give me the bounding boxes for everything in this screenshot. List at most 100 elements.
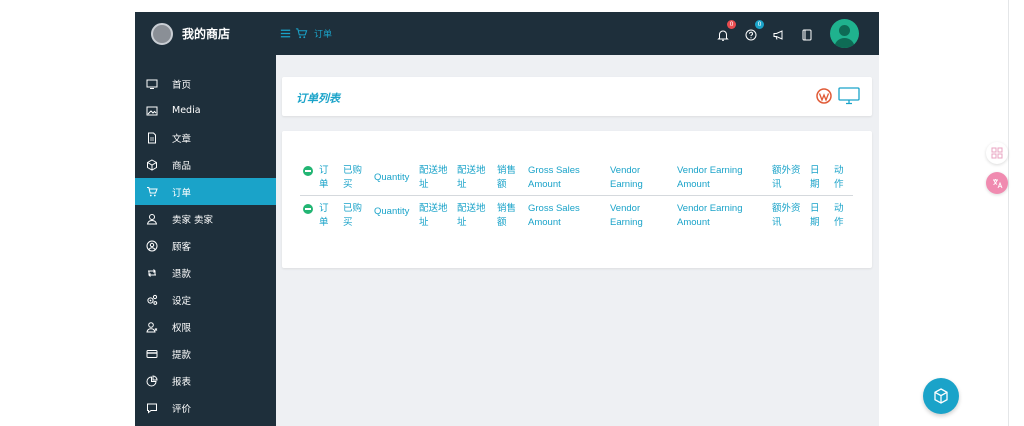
table-cell: 订单 <box>319 203 329 228</box>
table-row[interactable]: 订单 已购买 Quantity 配送地址 配送地址 销售额 Gross Sale… <box>300 196 853 234</box>
table-cell: Quantity <box>374 206 410 217</box>
sidebar-item-label: 订单 <box>172 187 192 199</box>
image-icon <box>146 106 158 115</box>
table-header-row: 订单 已购买 Quantity 配送地址 配送地址 销售额 Gross Sale… <box>300 161 853 196</box>
comment-icon <box>147 403 157 414</box>
sidebar-item-customers[interactable]: 顾客 <box>135 232 276 259</box>
table-cell: 额外资讯 <box>772 203 801 228</box>
user-remove-icon <box>146 321 158 332</box>
table-cell: 已购买 <box>343 203 363 228</box>
sidebar-item-label: 卖家 卖家 <box>172 214 214 226</box>
table-cell: 额外资讯 <box>769 161 807 196</box>
sidebar-item-label: 商品 <box>172 160 192 172</box>
page-divider <box>1008 0 1009 426</box>
table-cell: 配送地址 <box>457 203 486 228</box>
help-button[interactable]: 0 <box>744 19 764 41</box>
refund-icon <box>148 268 156 277</box>
sidebar-item-orders[interactable]: 订单 <box>135 178 276 205</box>
sidebar-item-permissions[interactable]: 权限 <box>135 313 276 340</box>
sidebar-item-articles[interactable]: 文章 <box>135 124 276 151</box>
sidebar-item-home[interactable]: 首页 <box>135 70 276 97</box>
expand-cell[interactable] <box>300 196 316 234</box>
table-cell: Quantity <box>371 161 416 196</box>
collapse-toggle-icon[interactable] <box>303 204 313 214</box>
book-icon <box>802 29 812 40</box>
pie-chart-icon <box>146 374 158 386</box>
apps-grid-icon <box>991 147 1003 159</box>
sidebar-item-reviews[interactable]: 评价 <box>135 394 276 421</box>
table-cell: 销售额 <box>497 203 517 228</box>
user-icon <box>146 213 158 224</box>
sidebar-item-settings[interactable]: 设定 <box>135 286 276 313</box>
expand-cell[interactable] <box>300 161 316 196</box>
sidebar-item-label: 文章 <box>172 133 192 145</box>
apps-button[interactable] <box>986 142 1008 164</box>
cart-icon <box>295 28 308 39</box>
topbar-actions: 0 0 <box>702 12 859 55</box>
monitor-icon <box>146 79 158 89</box>
notification-button[interactable]: 0 <box>716 19 736 41</box>
sidebar-item-refunds[interactable]: 退款 <box>135 259 276 286</box>
card-icon <box>146 349 158 358</box>
translate-button[interactable] <box>986 172 1008 194</box>
table-cell: 动作 <box>834 203 844 228</box>
table-cell: Vendor Earning Amount <box>677 203 743 228</box>
table-cell: 配送地址 <box>416 161 454 196</box>
translate-icon <box>993 179 1003 189</box>
table-cell: 动作 <box>831 161 853 196</box>
sidebar-item-withdrawals[interactable]: 提款 <box>135 340 276 367</box>
notification-badge: 0 <box>727 19 736 29</box>
sidebar-item-label: 首页 <box>172 79 192 91</box>
floating-action-button[interactable] <box>923 378 959 414</box>
breadcrumb: 订单 <box>279 27 332 40</box>
top-bar: 我的商店 订单 0 0 <box>135 12 879 55</box>
table-cell: Vendor Earning <box>610 203 643 228</box>
sidebar-item-vendors[interactable]: 卖家 卖家 <box>135 205 276 232</box>
sidebar-item-label: 评价 <box>172 403 192 415</box>
app-window: 我的商店 订单 0 0 首页 Media 文章 商品 订单 卖家 卖家 顾客 退… <box>135 12 879 426</box>
orders-table: 订单 已购买 Quantity 配送地址 配送地址 销售额 Gross Sale… <box>300 161 853 233</box>
cart-icon <box>147 186 158 196</box>
help-icon <box>745 29 757 40</box>
sidebar-item-label: 退款 <box>172 268 192 280</box>
breadcrumb-current: 订单 <box>314 30 333 40</box>
wordpress-icon[interactable] <box>816 88 832 104</box>
page-title: 订单列表 <box>296 92 340 105</box>
menu-toggle-icon[interactable] <box>279 27 292 40</box>
table-cell: Gross Sales Amount <box>525 161 607 196</box>
bell-icon <box>717 30 729 41</box>
sidebar-item-products[interactable]: 商品 <box>135 151 276 178</box>
desktop-view-icon[interactable] <box>838 87 860 105</box>
sidebar-item-label: 顾客 <box>172 241 192 253</box>
store-logo <box>151 22 173 45</box>
knowledgebase-button[interactable] <box>800 27 814 41</box>
customer-icon <box>146 240 158 251</box>
box-icon <box>147 158 157 171</box>
store-name: 我的商店 <box>182 27 231 41</box>
document-icon <box>148 132 156 143</box>
brand[interactable]: 我的商店 <box>135 12 276 55</box>
orders-table-card: 订单 已购买 Quantity 配送地址 配送地址 销售额 Gross Sale… <box>282 131 872 268</box>
sidebar-item-label: 权限 <box>172 322 192 334</box>
table-cell: 配送地址 <box>454 161 494 196</box>
table-cell: 日期 <box>810 203 820 228</box>
table-cell: 销售额 <box>494 161 525 196</box>
table-cell: Vendor Earning Amount <box>674 161 769 196</box>
table-cell: 订单 <box>316 161 340 196</box>
collapse-toggle-icon[interactable] <box>303 166 313 176</box>
sidebar: 首页 Media 文章 商品 订单 卖家 卖家 顾客 退款 设定 权限 提款 报… <box>135 55 276 426</box>
table-cell: 配送地址 <box>419 203 448 228</box>
user-avatar[interactable] <box>830 19 859 48</box>
sidebar-item-label: 提款 <box>172 349 192 361</box>
sidebar-item-label: 报表 <box>172 376 192 388</box>
announcement-button[interactable] <box>772 27 786 41</box>
sidebar-item-label: 设定 <box>172 295 192 307</box>
sidebar-item-media[interactable]: Media <box>135 97 276 124</box>
cube-icon <box>934 388 948 404</box>
help-badge: 0 <box>755 19 764 29</box>
table-cell: 已购买 <box>340 161 371 196</box>
user-silhouette-icon <box>834 25 855 48</box>
floating-toolbar <box>986 142 1008 202</box>
header-actions <box>816 87 860 105</box>
sidebar-item-reports[interactable]: 报表 <box>135 367 276 394</box>
